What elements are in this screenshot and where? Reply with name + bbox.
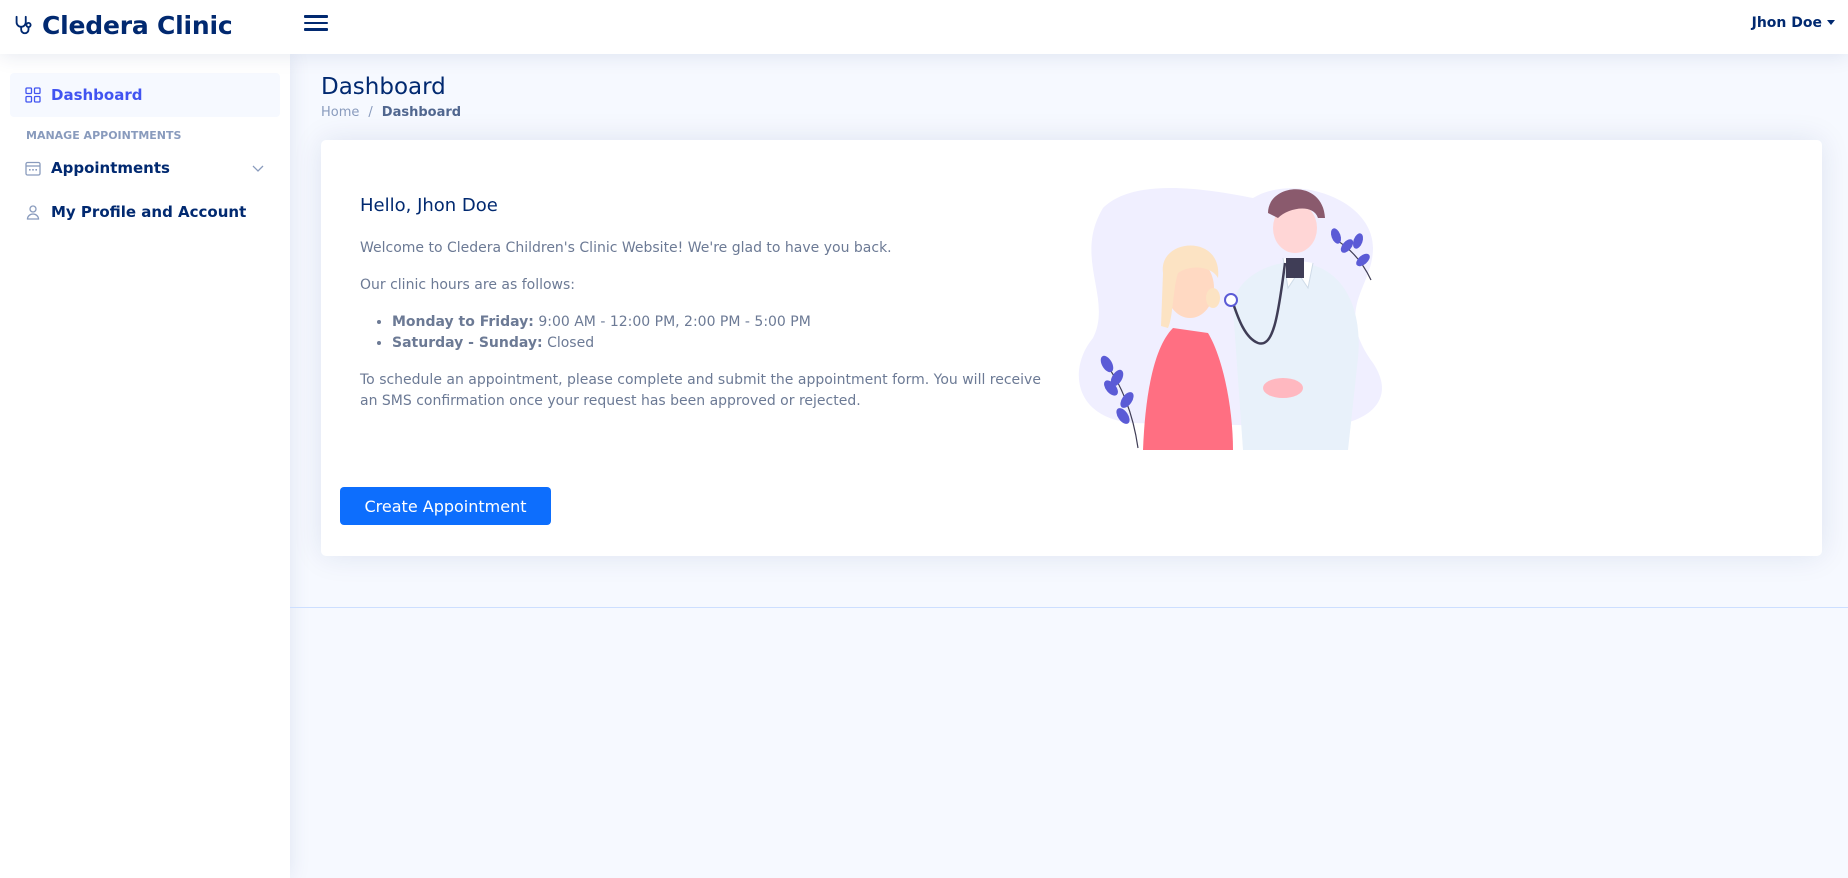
clinic-hours-list: Monday to Friday: 9:00 AM - 12:00 PM, 2:… [360, 312, 1060, 354]
sidebar-item-label: My Profile and Account [51, 203, 247, 221]
doctor-patient-illustration [1078, 188, 1382, 450]
grid-icon [25, 87, 41, 103]
welcome-card: Hello, Jhon Doe Welcome to Cledera Child… [321, 140, 1822, 556]
sidebar-heading: MANAGE APPOINTMENTS [26, 129, 182, 142]
sidebar-item-label: Appointments [51, 159, 170, 177]
hours-value: Closed [547, 335, 595, 351]
sidebar-item-label: Dashboard [51, 86, 143, 104]
sidebar-item-appointments[interactable]: Appointments [10, 146, 280, 190]
user-dropdown[interactable]: Jhon Doe [1752, 15, 1835, 31]
welcome-text: Hello, Jhon Doe Welcome to Cledera Child… [360, 195, 1060, 428]
breadcrumb-separator: / [368, 105, 373, 120]
chevron-down-icon [252, 165, 264, 172]
list-item: Saturday - Sunday: Closed [392, 333, 1060, 354]
hours-value: 9:00 AM - 12:00 PM, 2:00 PM - 5:00 PM [538, 314, 811, 330]
brand-logo[interactable]: Cledera Clinic [12, 8, 233, 42]
greeting-heading: Hello, Jhon Doe [360, 195, 498, 216]
hamburger-menu-icon[interactable] [304, 11, 330, 37]
hours-label: Monday to Friday: [392, 314, 534, 330]
breadcrumb-current: Dashboard [381, 105, 462, 120]
page-title: Dashboard [321, 74, 446, 100]
create-appointment-button[interactable]: Create Appointment [340, 487, 551, 525]
user-name: Jhon Doe [1751, 15, 1822, 31]
footer-divider [290, 607, 1848, 608]
caret-down-icon [1827, 19, 1835, 25]
welcome-message: Welcome to Cledera Children's Clinic Web… [360, 240, 892, 256]
top-header: Cledera Clinic Jhon Doe [0, 0, 1848, 54]
hours-intro: Our clinic hours are as follows: [360, 277, 576, 293]
brand-name: Cledera Clinic [42, 10, 233, 40]
sidebar-item-profile[interactable]: My Profile and Account [10, 190, 280, 234]
stethoscope-icon [15, 15, 32, 35]
person-icon [26, 205, 40, 220]
hours-label: Saturday - Sunday: [392, 335, 543, 351]
calendar-icon [25, 161, 41, 176]
list-item: Monday to Friday: 9:00 AM - 12:00 PM, 2:… [392, 312, 1060, 333]
schedule-note: To schedule an appointment, please compl… [360, 372, 1041, 409]
sidebar: Dashboard MANAGE APPOINTMENTS Appointmen… [0, 54, 290, 878]
breadcrumb: Home / Dashboard [321, 105, 461, 120]
breadcrumb-home[interactable]: Home [321, 105, 359, 120]
sidebar-item-dashboard[interactable]: Dashboard [10, 73, 280, 117]
page-title-block: Dashboard Home / Dashboard [321, 74, 461, 120]
main-content: Dashboard Home / Dashboard Hello, Jhon D… [290, 54, 1848, 878]
